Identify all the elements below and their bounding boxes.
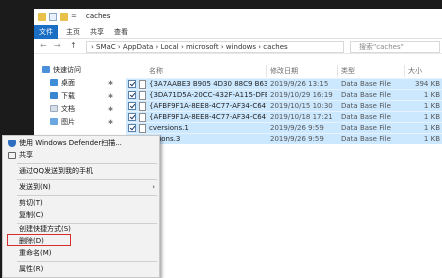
pin-icon[interactable]: ✱ (108, 93, 113, 100)
menu-item-copy[interactable]: 复制(C) (3, 210, 159, 221)
sidebar-item-label: 文档 (61, 105, 75, 113)
up-arrow-icon[interactable]: ↑ (70, 41, 77, 50)
table-row[interactable]: ...sions.3 2019/9/26 9:59 Data Base File… (126, 133, 442, 144)
delete-highlight-box (7, 234, 71, 246)
file-icon (139, 113, 146, 122)
menu-item-share[interactable]: 共享 (3, 150, 159, 161)
checkbox[interactable] (128, 80, 136, 88)
pin-icon[interactable]: ✱ (108, 119, 113, 126)
navigation-bar: ← → ↑ › SMaC › AppData › Local › microso… (34, 40, 442, 54)
menu-item-cut[interactable]: 剪切(T) (3, 198, 159, 209)
pin-icon[interactable]: ✱ (108, 80, 113, 87)
menu-item-label: 属性(R) (19, 265, 44, 273)
menu-item-label: 剪切(T) (19, 199, 43, 207)
file-icon (139, 80, 146, 89)
file-date: 2019/9/26 9:59 (270, 135, 324, 143)
sidebar-item-label: 图片 (61, 118, 75, 126)
ribbon: 文件 主页 共享 查看 (34, 25, 442, 39)
column-header-date[interactable]: 修改日期 (270, 65, 338, 77)
sidebar-item-label: 下载 (61, 92, 75, 100)
sidebar-item-label: 快速访问 (53, 66, 81, 74)
desktop-icon (50, 79, 58, 86)
file-size: 1 KB (423, 135, 440, 143)
menu-item-defender-scan[interactable]: 使用 Windows Defender扫描... (3, 138, 159, 149)
file-type: Data Base File (341, 135, 391, 143)
new-folder-icon[interactable] (60, 13, 68, 21)
folder-icon (38, 13, 46, 21)
checkbox[interactable] (128, 102, 136, 110)
file-name: ...sions.3 (149, 135, 181, 143)
column-header-name[interactable]: 名称 (149, 65, 267, 77)
window-title: caches (86, 12, 111, 20)
tab-view[interactable]: 查看 (114, 25, 128, 39)
forward-arrow-icon[interactable]: → (54, 41, 61, 50)
share-icon (8, 152, 16, 159)
tab-share[interactable]: 共享 (90, 25, 104, 39)
column-header-type[interactable]: 类型 (341, 65, 405, 77)
download-icon (50, 92, 58, 99)
table-row[interactable]: {3A7AABE3 B905 4D30 88C9 B63... 2019/9/2… (126, 78, 442, 89)
back-arrow-icon[interactable]: ← (40, 41, 47, 50)
tab-file[interactable]: 文件 (34, 25, 58, 39)
menu-item-rename[interactable]: 重命名(M) (3, 248, 159, 259)
menu-item-label: 复制(C) (19, 211, 44, 219)
search-input[interactable]: 搜索"caches" (350, 41, 440, 53)
pin-icon[interactable]: ✱ (108, 106, 113, 113)
sidebar-item-label: 桌面 (61, 79, 75, 87)
sidebar-item-quick-access[interactable]: 快速访问 (42, 65, 81, 76)
menu-item-properties[interactable]: 属性(R) (3, 264, 159, 275)
menu-item-send-to[interactable]: 发送到(N) › (3, 182, 159, 193)
checkbox[interactable] (128, 91, 136, 99)
column-header-size[interactable]: 大小 (408, 65, 440, 77)
star-icon (42, 66, 50, 73)
tab-home[interactable]: 主页 (66, 25, 80, 39)
chevron-right-icon: › (152, 183, 155, 191)
table-row[interactable]: {AFBF9F1A-8EE8-4C77-AF34-C647... 2019/10… (126, 100, 442, 111)
menu-item-send-to-phone[interactable]: 通过QQ发送到我的手机 (3, 166, 159, 177)
table-row[interactable]: {3DA71D5A-20CC-432F-A115-DFE... 2019/10/… (126, 89, 442, 100)
table-row[interactable]: {AFBF9F1A-8EE8-4C77-AF34-C647... 2019/10… (126, 111, 442, 122)
menu-item-label: 通过QQ发送到我的手机 (19, 167, 94, 175)
title-bar: = caches (34, 9, 442, 25)
checkbox[interactable] (128, 124, 136, 132)
menu-separator (17, 163, 157, 164)
menu-separator (17, 195, 157, 196)
menu-item-label: 重命名(M) (19, 249, 52, 257)
file-icon (139, 102, 146, 111)
menu-separator (17, 261, 157, 262)
checkbox[interactable] (128, 113, 136, 121)
file-icon (139, 124, 146, 133)
document-icon (50, 105, 58, 112)
properties-icon[interactable] (49, 13, 57, 21)
menu-item-label: 共享 (19, 151, 33, 159)
address-bar[interactable]: › SMaC › AppData › Local › microsoft › w… (86, 41, 344, 53)
context-menu: 使用 Windows Defender扫描... 共享 通过QQ发送到我的手机 … (2, 135, 160, 278)
menu-item-label: 创建快捷方式(S) (19, 225, 71, 233)
table-row[interactable]: cversions.1 2019/9/26 9:59 Data Base Fil… (126, 122, 442, 133)
menu-item-label: 发送到(N) (19, 183, 51, 191)
shield-icon (8, 140, 16, 147)
menu-item-label: 使用 Windows Defender扫描... (19, 139, 122, 147)
file-icon (139, 91, 146, 100)
menu-separator (17, 179, 157, 180)
picture-icon (50, 118, 58, 125)
quick-access-toolbar-dropdown-icon[interactable]: = (71, 12, 79, 20)
column-header-row: 名称 修改日期 类型 大小 (126, 65, 442, 77)
